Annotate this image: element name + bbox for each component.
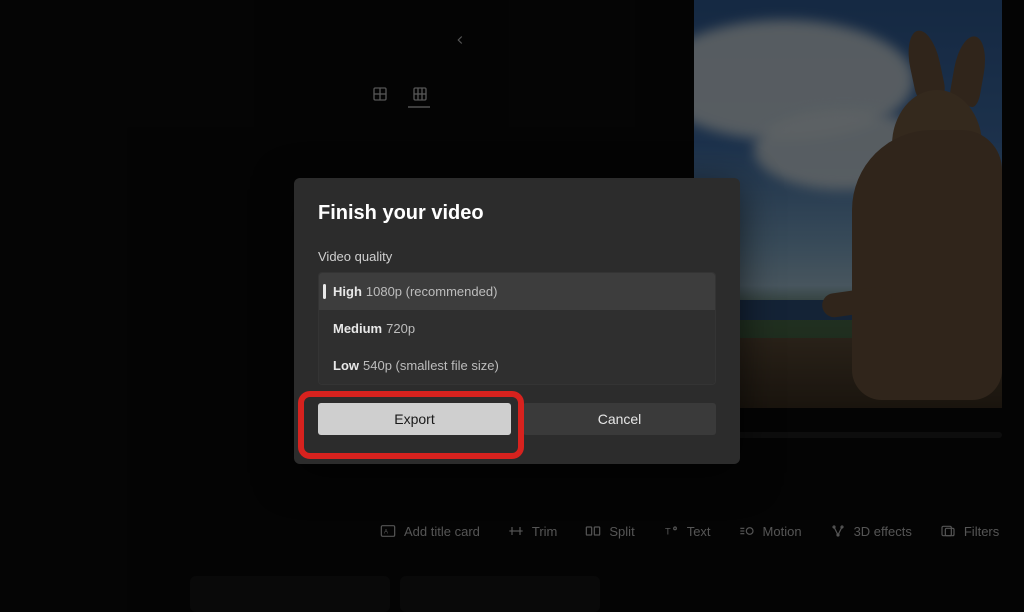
- filters-button[interactable]: Filters: [940, 524, 999, 539]
- split-button[interactable]: Split: [585, 524, 634, 539]
- text-button[interactable]: T Text: [663, 524, 711, 539]
- quality-option-label: Medium: [333, 321, 382, 336]
- storyboard-clips: [190, 576, 600, 612]
- quality-option-low[interactable]: Low 540p (smallest file size): [319, 347, 715, 384]
- layout-grid-icon[interactable]: [410, 84, 430, 104]
- quality-option-label: Low: [333, 358, 359, 373]
- 3d-effects-button[interactable]: 3D effects: [830, 524, 912, 539]
- svg-text:A: A: [384, 530, 388, 536]
- motion-label: Motion: [763, 524, 802, 539]
- export-button[interactable]: Export: [318, 403, 511, 435]
- add-title-card-button[interactable]: A Add title card: [380, 524, 480, 539]
- quality-option-label: High: [333, 284, 362, 299]
- svg-text:T: T: [665, 526, 671, 536]
- filters-label: Filters: [964, 524, 999, 539]
- dialog-title: Finish your video: [318, 202, 716, 225]
- quality-option-medium[interactable]: Medium 720p: [319, 310, 715, 347]
- split-label: Split: [609, 524, 634, 539]
- back-button[interactable]: [448, 28, 472, 52]
- trim-button[interactable]: Trim: [508, 524, 558, 539]
- layout-toggle-group: [370, 84, 430, 104]
- clip-thumb[interactable]: [400, 576, 600, 612]
- quality-option-detail: 720p: [386, 321, 415, 336]
- cancel-button[interactable]: Cancel: [523, 403, 716, 435]
- quality-option-detail: 540p (smallest file size): [363, 358, 499, 373]
- timeline-track[interactable]: [720, 432, 1002, 438]
- storyboard-toolbar: A Add title card Trim Split T Text Motio…: [380, 520, 1024, 542]
- video-preview: [694, 0, 1002, 408]
- 3d-effects-label: 3D effects: [854, 524, 912, 539]
- preview-subject: [812, 30, 1002, 400]
- trim-label: Trim: [532, 524, 558, 539]
- dialog-button-row: Export Cancel: [318, 403, 716, 435]
- layout-active-underline: [408, 106, 430, 108]
- layout-single-icon[interactable]: [370, 84, 390, 104]
- quality-options: High 1080p (recommended) Medium 720p Low…: [318, 272, 716, 385]
- clip-thumb[interactable]: [190, 576, 390, 612]
- quality-option-high[interactable]: High 1080p (recommended): [319, 273, 715, 310]
- video-editor-app: A Add title card Trim Split T Text Motio…: [0, 0, 1024, 612]
- video-quality-label: Video quality: [318, 249, 716, 264]
- quality-option-detail: 1080p (recommended): [366, 284, 498, 299]
- motion-button[interactable]: Motion: [739, 524, 802, 539]
- text-label: Text: [687, 524, 711, 539]
- add-title-card-label: Add title card: [404, 524, 480, 539]
- export-dialog: Finish your video Video quality High 108…: [294, 178, 740, 464]
